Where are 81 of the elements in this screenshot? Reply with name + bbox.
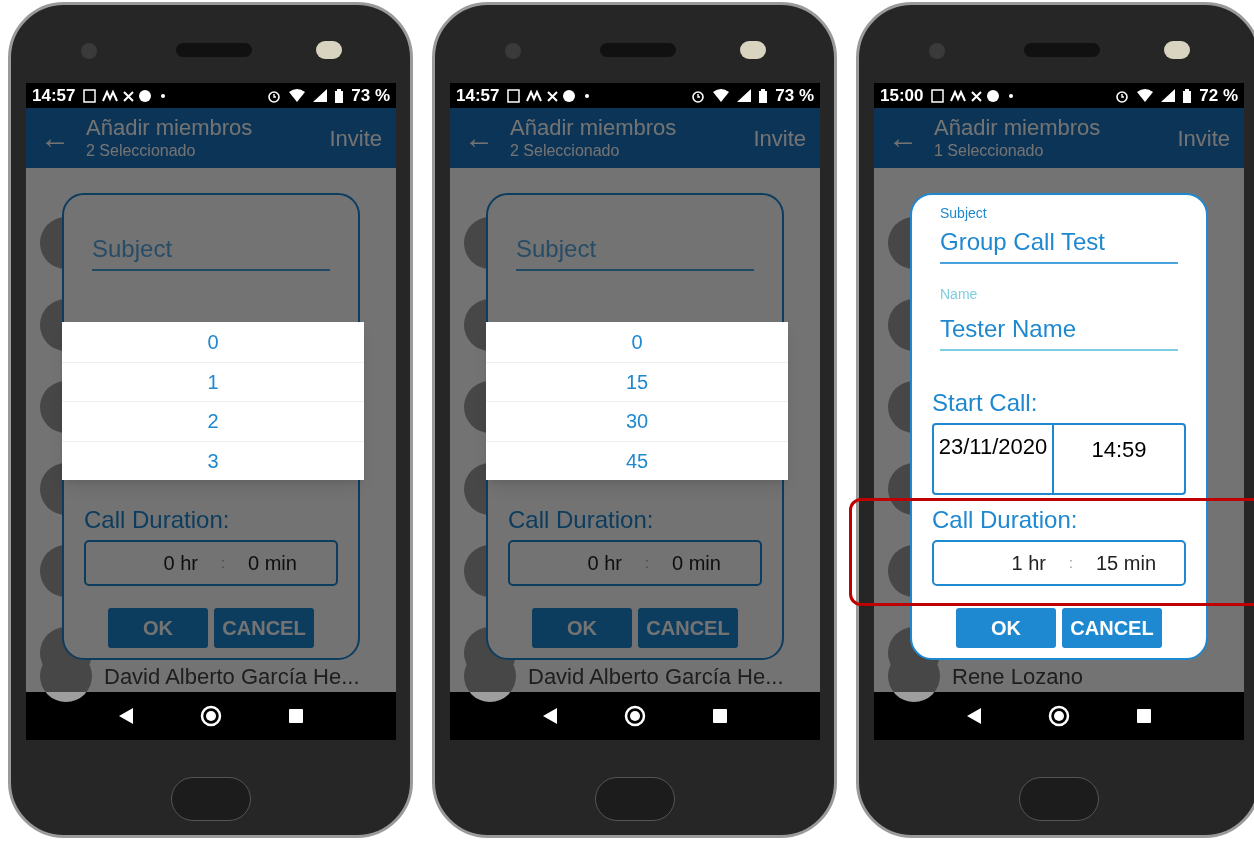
field-label: Name xyxy=(939,285,979,304)
battery-percentage: 73 % xyxy=(351,84,390,107)
alarm-clock-icon xyxy=(1115,88,1130,103)
duration-field[interactable]: 0 hr : 0 min xyxy=(508,540,762,586)
cancel-button[interactable]: CANCEL xyxy=(638,608,738,648)
app-bar-title: Añadir miembros xyxy=(86,115,254,141)
app-bar-title: Añadir miembros xyxy=(510,115,678,141)
app-bar-title: Añadir miembros xyxy=(934,115,1102,141)
contact-name: David Alberto García He... xyxy=(104,662,360,691)
picker-option[interactable]: 15 xyxy=(486,361,788,401)
picker-option[interactable]: 30 xyxy=(486,401,788,441)
minutes-value: 0 min xyxy=(672,551,722,576)
cancel-button[interactable]: CANCEL xyxy=(1062,608,1162,648)
home-circle-icon xyxy=(624,705,646,727)
signal-icon xyxy=(737,89,752,102)
app-bar-subtitle: 2 Seleccionado xyxy=(86,141,197,161)
separator-text: : xyxy=(220,553,226,573)
battery-icon xyxy=(759,88,768,103)
battery-percentage: 73 % xyxy=(775,84,814,107)
name-field[interactable]: Tester Name xyxy=(940,311,1178,351)
status-time: 14:57 xyxy=(32,84,76,107)
app-bar-subtitle: 2 Seleccionado xyxy=(510,141,621,161)
home-circle-icon xyxy=(1048,705,1070,727)
flash-light xyxy=(316,41,342,59)
back-triangle-icon xyxy=(543,708,558,724)
date-field[interactable]: 23/11/2020 xyxy=(932,423,1054,495)
picker-option[interactable]: 0 xyxy=(62,322,364,362)
wifi-icon xyxy=(1137,89,1154,102)
picker-option[interactable]: 1 xyxy=(62,361,364,401)
battery-icon xyxy=(1183,88,1192,103)
back-triangle-icon xyxy=(967,708,982,724)
status-time: 14:57 xyxy=(456,84,500,107)
picker-option[interactable]: 3 xyxy=(62,440,364,480)
contact-name: Rene Lozano xyxy=(952,662,1083,691)
battery-icon xyxy=(335,88,344,103)
alarm-clock-icon xyxy=(267,88,282,103)
battery-percentage: 72 % xyxy=(1199,84,1238,107)
recents-square-icon xyxy=(712,709,727,723)
call-duration-label: Call Duration: xyxy=(84,505,231,535)
ok-button[interactable]: OK xyxy=(108,608,208,648)
separator-text: : xyxy=(1068,553,1074,573)
field-label: Subject xyxy=(939,204,988,223)
ok-button[interactable]: OK xyxy=(956,608,1056,648)
picker-option[interactable]: 2 xyxy=(62,401,364,441)
recents-square-icon xyxy=(288,709,303,723)
signal-icon xyxy=(313,89,328,102)
back-button[interactable]: ← xyxy=(464,123,494,153)
back-triangle-icon xyxy=(119,708,134,724)
start-call-label: Start Call: xyxy=(932,388,1039,418)
duration-field[interactable]: 0 hr : 0 min xyxy=(84,540,338,586)
back-button[interactable]: ← xyxy=(888,123,918,153)
invite-button[interactable]: Invite xyxy=(1177,121,1230,155)
time-field[interactable]: 14:59 xyxy=(1054,423,1186,495)
app-bar-subtitle: 1 Seleccionado xyxy=(934,141,1045,161)
hours-value: 1 hr xyxy=(1010,551,1046,576)
call-duration-label: Call Duration: xyxy=(508,505,655,535)
separator-text: : xyxy=(644,553,650,573)
invite-button[interactable]: Invite xyxy=(753,121,806,155)
home-circle-icon xyxy=(200,705,222,727)
signal-icon xyxy=(1161,89,1176,102)
hours-value: 0 hr xyxy=(586,551,622,576)
flash-light xyxy=(1164,41,1190,59)
cancel-button[interactable]: CANCEL xyxy=(214,608,314,648)
minutes-value: 0 min xyxy=(248,551,298,576)
ok-button[interactable]: OK xyxy=(532,608,632,648)
minutes-value: 15 min xyxy=(1096,551,1158,576)
wifi-icon xyxy=(289,89,306,102)
picker-option[interactable]: 0 xyxy=(486,322,788,362)
picker-option[interactable]: 45 xyxy=(486,440,788,480)
recents-square-icon xyxy=(1136,709,1151,723)
wifi-icon xyxy=(713,89,730,102)
call-duration-label: Call Duration: xyxy=(932,505,1079,535)
alarm-clock-icon xyxy=(691,88,706,103)
back-button[interactable]: ← xyxy=(40,123,70,153)
subject-field[interactable]: Group Call Test xyxy=(940,224,1178,264)
invite-button[interactable]: Invite xyxy=(329,121,382,155)
flash-light xyxy=(740,41,766,59)
status-time: 15:00 xyxy=(880,84,924,107)
contact-name: David Alberto García He... xyxy=(528,662,784,691)
duration-field[interactable]: 1 hr : 15 min xyxy=(932,540,1186,586)
hours-value: 0 hr xyxy=(162,551,198,576)
